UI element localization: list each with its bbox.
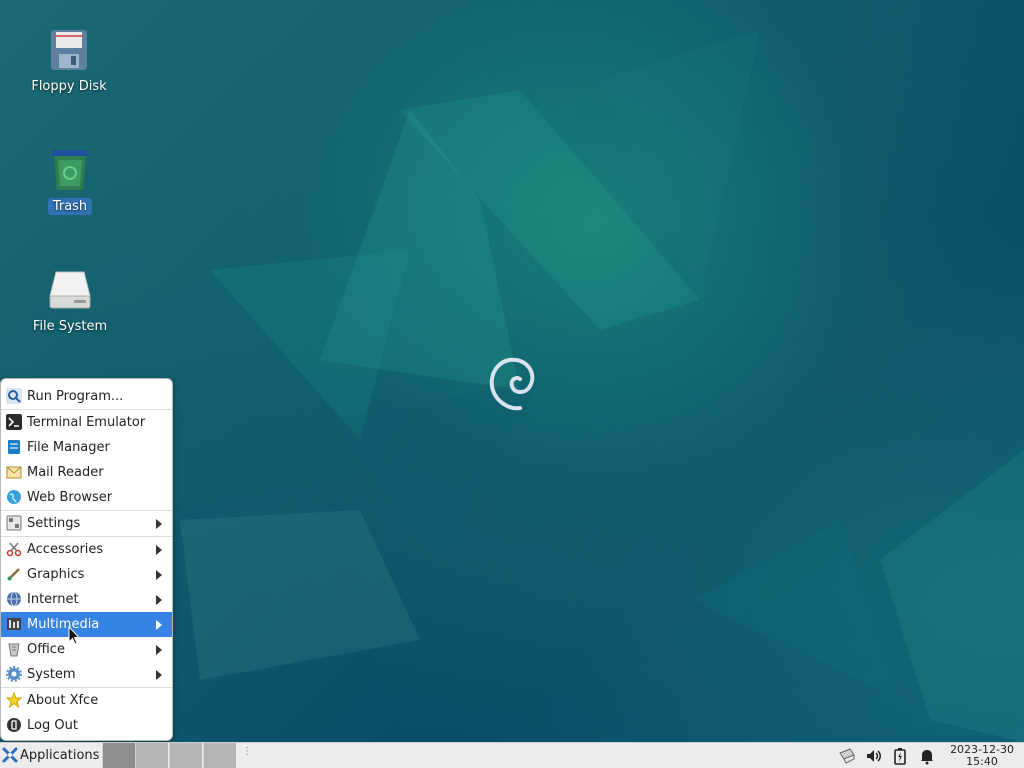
menu-item-accessories[interactable]: Accessories bbox=[1, 537, 172, 562]
multimedia-icon bbox=[7, 618, 21, 630]
menu-item-label: System bbox=[27, 667, 76, 682]
workspace-1[interactable] bbox=[102, 743, 135, 768]
menu-item-multimedia[interactable]: Multimedia bbox=[1, 612, 172, 637]
applications-label: Applications bbox=[20, 748, 100, 763]
submenu-arrow-icon bbox=[156, 595, 162, 605]
trash-icon bbox=[52, 150, 88, 190]
mail-icon bbox=[6, 466, 22, 479]
gear-icon bbox=[6, 666, 22, 682]
menu-item-file-manager[interactable]: File Manager bbox=[1, 435, 172, 460]
menu-item-terminal-emulator[interactable]: Terminal Emulator bbox=[1, 410, 172, 435]
search-icon bbox=[6, 388, 22, 404]
mouse-cursor-icon bbox=[68, 626, 80, 645]
volume-icon[interactable] bbox=[865, 747, 883, 765]
workspace-2[interactable] bbox=[135, 743, 168, 768]
menu-item-about-xfce[interactable]: About Xfce bbox=[1, 688, 172, 713]
menu-item-label: Settings bbox=[27, 516, 81, 531]
submenu-arrow-icon bbox=[156, 645, 162, 655]
menu-item-label: Log Out bbox=[27, 718, 78, 733]
menu-item-label: Graphics bbox=[27, 567, 85, 582]
submenu-arrow-icon bbox=[156, 620, 162, 630]
battery-icon[interactable] bbox=[891, 747, 909, 765]
desktop-icon-floppy-disk[interactable]: Floppy Disk bbox=[14, 26, 124, 95]
submenu-arrow-icon bbox=[156, 519, 162, 529]
notification-bell-icon[interactable] bbox=[918, 747, 936, 765]
submenu-arrow-icon bbox=[156, 545, 162, 555]
menu-item-graphics[interactable]: Graphics bbox=[1, 562, 172, 587]
logout-icon bbox=[7, 718, 21, 732]
hard-drive-icon bbox=[49, 271, 91, 309]
clock[interactable]: 2023-12-30 15:40 bbox=[950, 744, 1014, 768]
workspace-4[interactable] bbox=[203, 743, 236, 768]
menu-item-label: Multimedia bbox=[27, 617, 100, 632]
desktop-icon-label: Floppy Disk bbox=[31, 79, 107, 94]
network-icon[interactable] bbox=[838, 747, 856, 765]
submenu-arrow-icon bbox=[156, 670, 162, 680]
applications-menu: Run Program... Terminal Emulator File Ma… bbox=[0, 378, 173, 741]
brush-icon bbox=[7, 568, 20, 581]
panel-drag-handle[interactable]: ⋮ bbox=[242, 747, 252, 757]
desktop-icon-label: File System bbox=[32, 319, 108, 334]
menu-item-mail-reader[interactable]: Mail Reader bbox=[1, 460, 172, 485]
workspace-3[interactable] bbox=[169, 743, 202, 768]
clock-time: 15:40 bbox=[966, 755, 998, 768]
desktop-icon-label: Trash bbox=[47, 198, 93, 215]
desktop-icon-file-system[interactable]: File System bbox=[15, 266, 125, 335]
scissors-icon bbox=[6, 542, 22, 557]
submenu-arrow-icon bbox=[156, 570, 162, 580]
settings-icon bbox=[6, 515, 22, 531]
applications-menu-button[interactable]: Applications bbox=[0, 743, 102, 768]
menu-item-office[interactable]: Office bbox=[1, 637, 172, 662]
folder-icon bbox=[8, 440, 20, 454]
menu-item-label: Mail Reader bbox=[27, 465, 104, 480]
menu-item-system[interactable]: System bbox=[1, 662, 172, 687]
desktop-icon-trash[interactable]: Trash bbox=[15, 146, 125, 215]
floppy-disk-icon bbox=[51, 30, 87, 70]
office-icon bbox=[8, 643, 20, 657]
menu-item-label: File Manager bbox=[27, 440, 110, 455]
debian-logo bbox=[489, 357, 535, 411]
bottom-panel: Applications ⋮ 2023-12-30 15:40 bbox=[0, 742, 1024, 768]
menu-item-web-browser[interactable]: Web Browser bbox=[1, 485, 172, 510]
terminal-icon bbox=[6, 414, 22, 430]
menu-item-log-out[interactable]: Log Out bbox=[1, 713, 172, 738]
menu-item-label: Web Browser bbox=[27, 490, 113, 505]
menu-item-label: Run Program... bbox=[27, 389, 124, 404]
menu-item-internet[interactable]: Internet bbox=[1, 587, 172, 612]
menu-item-label: Accessories bbox=[27, 542, 104, 557]
internet-icon bbox=[7, 591, 21, 607]
globe-icon bbox=[7, 490, 21, 504]
star-icon bbox=[6, 692, 22, 708]
menu-item-run-program[interactable]: Run Program... bbox=[1, 384, 172, 409]
menu-item-label: About Xfce bbox=[27, 693, 99, 708]
xfce-logo-icon bbox=[2, 747, 18, 763]
menu-item-label: Internet bbox=[27, 592, 79, 607]
menu-item-label: Terminal Emulator bbox=[27, 415, 146, 430]
menu-item-settings[interactable]: Settings bbox=[1, 511, 172, 536]
menu-item-label: Office bbox=[27, 642, 65, 657]
